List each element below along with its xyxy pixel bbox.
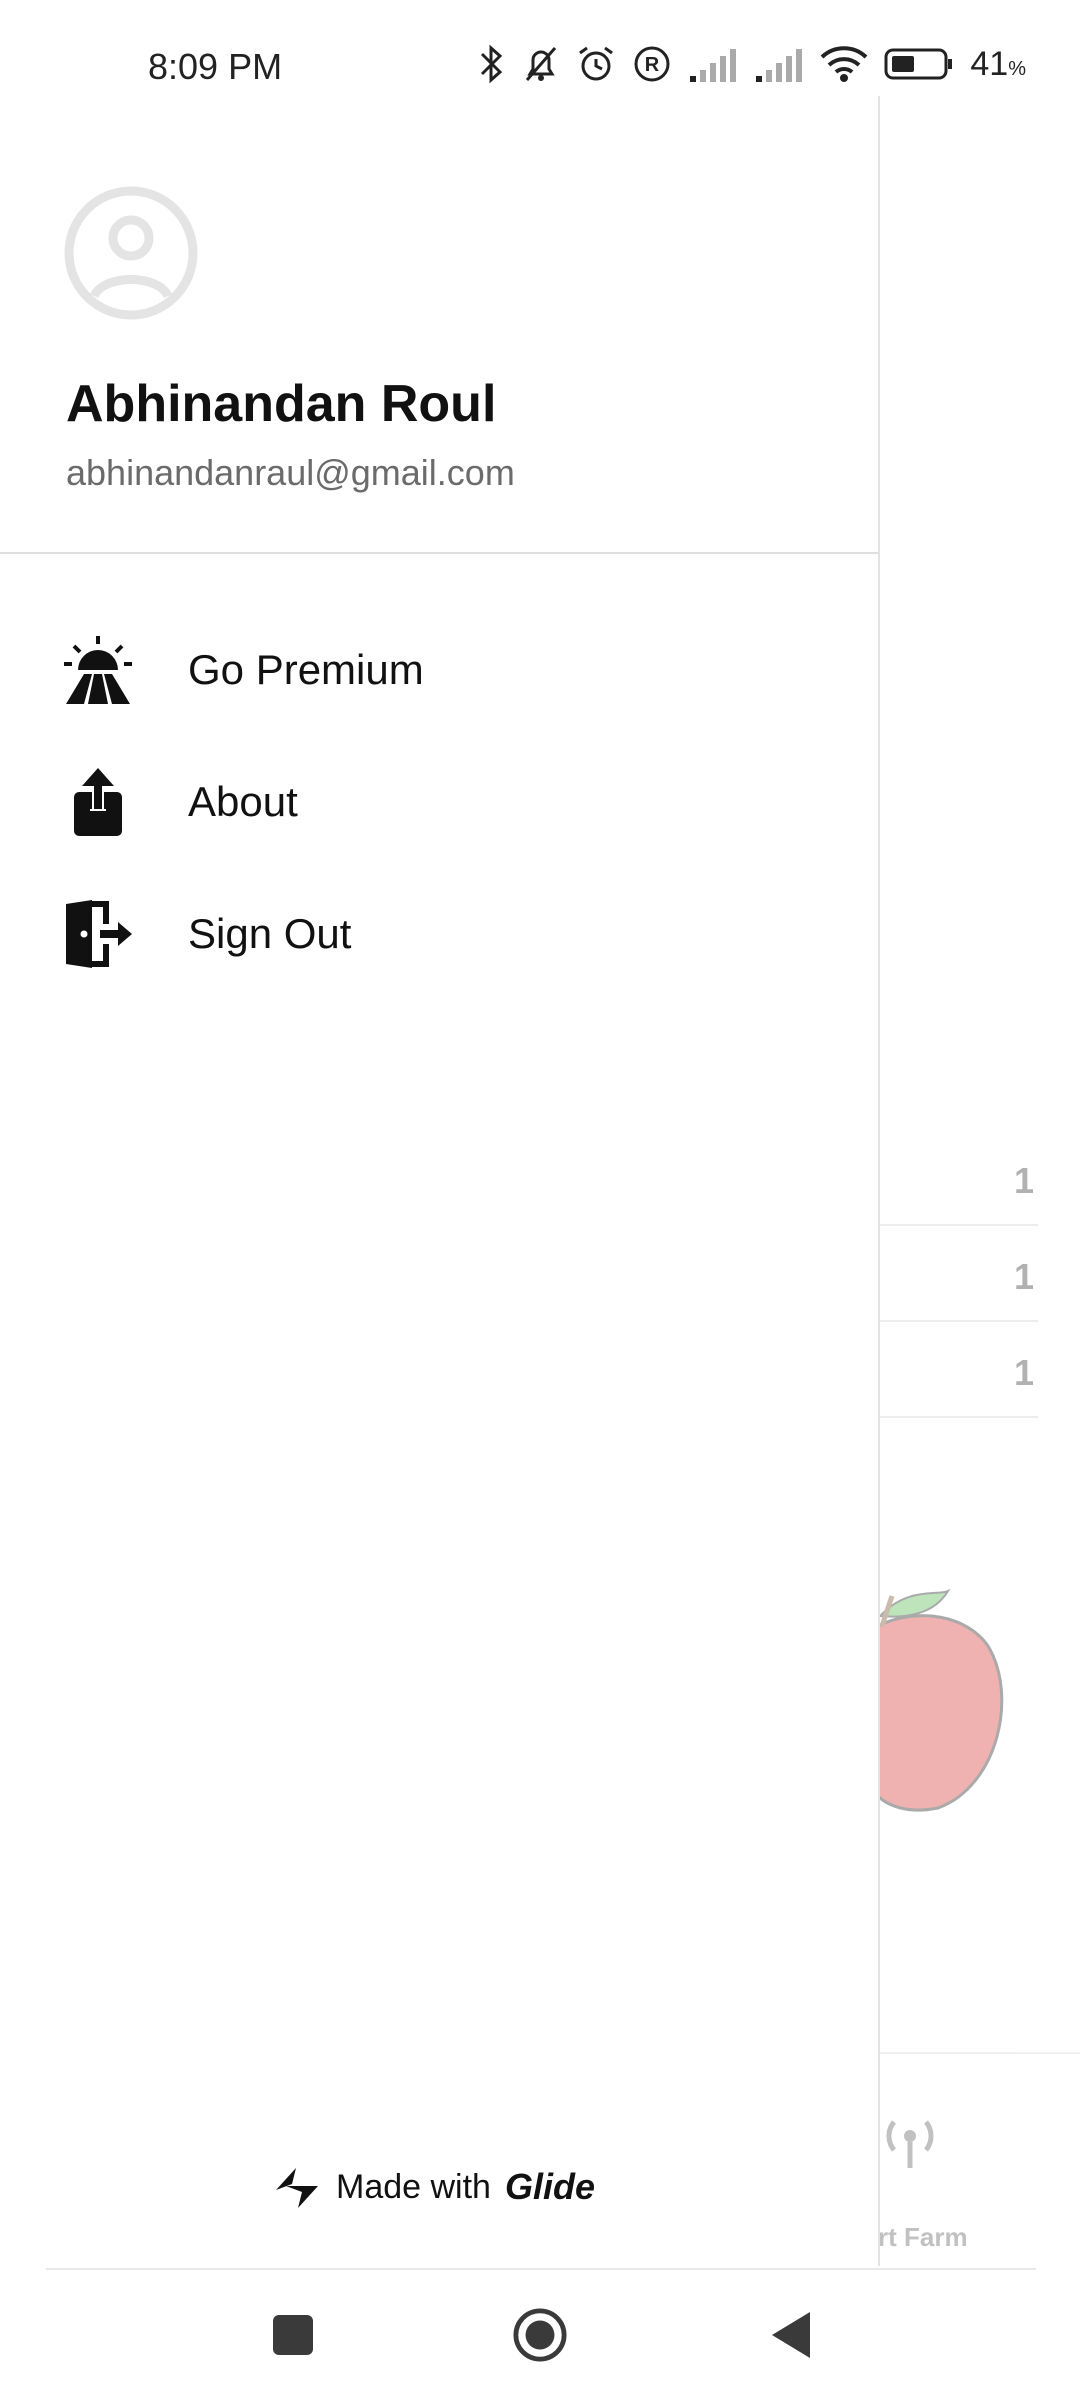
home-circle-icon [513,2308,567,2362]
alarm-icon [579,46,614,81]
status-icons: R 41% [478,44,1026,84]
home-button[interactable] [513,2308,567,2362]
list-item: 1 [878,1224,1038,1322]
antenna-icon [886,2120,934,2168]
navigation-drawer: Abhinandan Roul abhinandanraul@gmail.com… [0,96,880,2266]
exit-door-icon [62,898,134,970]
menu-item-label: About [188,778,298,825]
signal-icon [690,49,737,82]
menu-item-label: Go Premium [188,646,424,693]
background-app: 1 1 1 rt Farm [878,96,1080,2266]
divider [0,552,878,554]
recents-button[interactable] [266,2308,320,2362]
made-with-glide-link[interactable]: Made with Glide [272,2164,595,2210]
glide-brand: Glide [504,2166,595,2207]
bluetooth-icon [481,44,503,84]
menu-item-go-premium[interactable]: Go Premium [0,610,878,730]
user-name: Abhinandan Roul [66,375,497,433]
menu-item-sign-out[interactable]: Sign Out [0,874,878,994]
battery-percent: 41% [970,44,1026,83]
bell-off-icon [526,47,557,81]
status-time: 8:09 PM [148,46,283,87]
share-upload-icon [62,766,134,838]
registered-icon: R [634,46,670,82]
back-triangle-icon [772,2312,810,2358]
apple-image [878,1588,1004,1812]
list-item: 1 [878,1320,1038,1418]
system-nav-bar [0,2270,1080,2400]
list-item: 1 [878,1128,1038,1226]
made-with-text: Made with [336,2167,491,2206]
tab-label: rt Farm [878,2222,968,2252]
back-button[interactable] [763,2308,817,2362]
glide-logo-icon [276,2168,318,2208]
wifi-icon [821,46,868,82]
avatar[interactable] [64,186,198,320]
menu-item-about[interactable]: About [0,742,878,862]
signal-icon [756,49,803,82]
menu-item-label: Sign Out [188,910,352,957]
square-icon [273,2315,313,2355]
user-email: abhinandanraul@gmail.com [66,452,515,493]
farm-sunrise-icon [62,634,134,706]
svg-text:R: R [645,54,660,76]
battery-icon [884,48,953,80]
